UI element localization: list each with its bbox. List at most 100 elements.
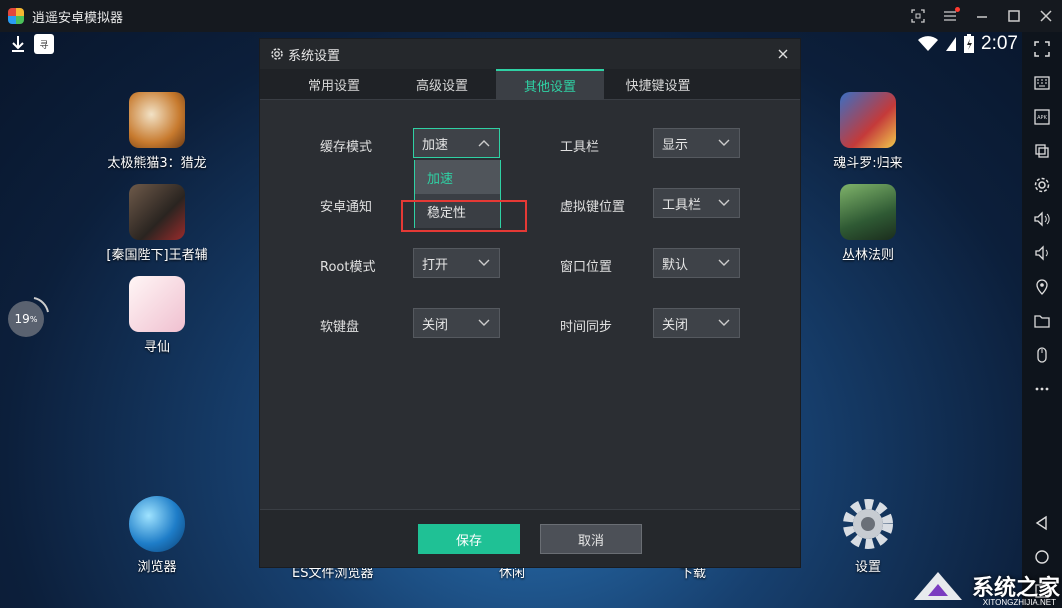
desktop-app-xunxian[interactable]: 寻仙 [92,276,222,355]
volume-down-icon [1035,245,1048,261]
dropdown-option-accelerate[interactable]: 加速 [415,160,500,194]
toolbar-multi-button[interactable] [1022,134,1062,168]
fullscreen-icon [1034,41,1050,57]
expand-icon [911,9,925,23]
maximize-button[interactable] [998,0,1030,32]
close-window-button[interactable] [1030,0,1062,32]
king-assist-app-icon [129,184,185,240]
select-value: 工具栏 [662,197,702,213]
window-title: 逍遥安卓模拟器 [32,10,124,26]
apk-install-icon: APK [1034,109,1050,125]
cancel-button[interactable]: 取消 [540,524,642,554]
toolbar-select[interactable]: 显示 [653,128,740,158]
notification-dot [955,7,960,12]
menu-button[interactable] [934,0,966,32]
toolbar-volume-up-button[interactable] [1022,202,1062,236]
dialog-header: 系统设置 [260,39,800,69]
tab-other-settings[interactable]: 其他设置 [496,69,604,100]
minimize-icon [977,16,987,18]
window-position-label: 窗口位置 [560,260,613,275]
gear-icon [271,48,283,60]
root-mode-select[interactable]: 打开 [413,248,500,278]
window-controls [902,0,1062,32]
highlight-annotation-box [401,200,527,232]
signal-icon [946,37,957,51]
dialog-title: 系统设置 [288,48,341,64]
back-triangle-icon [1035,515,1047,531]
tab-advanced-settings[interactable]: 高级设置 [388,69,496,100]
dialog-close-button[interactable] [774,45,792,63]
app-label: 设置 [854,560,881,575]
virtual-key-position-label: 虚拟键位置 [560,200,626,215]
settings-tabs: 常用设置 高级设置 其他设置 快捷键设置 [260,69,800,100]
chevron-down-icon [718,259,730,266]
select-value: 加速 [422,137,449,153]
progress-arc-icon [33,297,49,313]
taiji-panda-app-icon [129,92,185,148]
soft-keyboard-select[interactable]: 关闭 [413,308,500,338]
android-notify-label: 安卓通知 [320,200,373,215]
app-label: 丛林法则 [841,248,894,263]
chevron-down-icon [478,319,490,326]
virtual-key-position-select[interactable]: 工具栏 [653,188,740,218]
desktop-app-jungle-law[interactable]: 丛林法则 [803,184,933,263]
toolbar-fullscreen-button[interactable] [1022,32,1062,66]
toolbar-keyboard-button[interactable] [1022,66,1062,100]
toolbar-folder-button[interactable] [1022,304,1062,338]
app-logo-icon [8,8,24,24]
chevron-up-icon [478,140,490,147]
close-icon [778,49,788,59]
toolbar-volume-down-button[interactable] [1022,236,1062,270]
watermark: 系统之家 XITONGZHIJIA.NET [908,566,1060,607]
app-label: 寻仙 [143,340,170,355]
select-value: 打开 [422,257,449,273]
location-pin-icon [1036,279,1048,295]
chevron-down-icon [718,139,730,146]
toolbar-mouse-button[interactable] [1022,338,1062,372]
cache-mode-select[interactable]: 加速 [413,128,500,158]
toolbar-location-button[interactable] [1022,270,1062,304]
settings-dialog: 系统设置 常用设置 高级设置 其他设置 快捷键设置 缓存模式 加速 安卓通知 R… [259,38,801,568]
app-label: 浏览器 [137,560,177,575]
minimize-button[interactable] [966,0,998,32]
toolbar-label: 工具栏 [560,140,600,155]
tab-common-settings[interactable]: 常用设置 [280,69,388,100]
home-circle-icon [1035,550,1049,564]
desktop-app-contra[interactable]: 魂斗罗:归来 [803,92,933,171]
mouse-icon [1037,347,1047,363]
more-icon [1035,387,1049,391]
dialog-footer: 保存 取消 [260,509,800,567]
toolbar-settings-button[interactable] [1022,168,1062,202]
desktop-app-king-assist[interactable]: [秦国陛下]王者辅 [92,184,222,263]
desktop-app-browser[interactable]: 浏览器 [92,496,222,575]
battery-icon [964,34,975,53]
time-sync-label: 时间同步 [560,320,613,335]
desktop-app-settings[interactable]: 设置 [803,496,933,575]
chevron-down-icon [478,259,490,266]
notification-app-icon: 寻 [34,34,54,54]
download-icon [12,36,24,52]
time-sync-select[interactable]: 关闭 [653,308,740,338]
window-titlebar: 逍遥安卓模拟器 [0,0,1062,32]
watermark-subtext: XITONGZHIJIA.NET [982,598,1056,607]
watermark-logo-icon [913,572,962,600]
fullscreen-button[interactable] [902,0,934,32]
root-mode-label: Root模式 [320,260,376,275]
contra-app-icon [840,92,896,148]
nav-back-button[interactable] [1022,506,1062,540]
app-label: 太极熊猫3：猎龙 [107,156,207,171]
status-clock: 2:07 [981,33,1018,54]
toolbar-more-button[interactable] [1022,372,1062,406]
window-position-select[interactable]: 默认 [653,248,740,278]
toolbar-apk-button[interactable]: APK [1022,100,1062,134]
save-button[interactable]: 保存 [418,524,520,554]
desktop-app-taiji-panda[interactable]: 太极熊猫3：猎龙 [92,92,222,171]
app-label: [秦国陛下]王者辅 [106,248,208,263]
soft-keyboard-label: 软键盘 [320,320,360,335]
statusbar-left: 寻 [10,34,54,54]
select-value: 关闭 [662,317,689,333]
gear-icon [1034,177,1050,193]
folder-icon [1034,315,1050,328]
tab-shortcut-settings[interactable]: 快捷键设置 [604,69,712,100]
xunxian-app-icon [129,276,185,332]
